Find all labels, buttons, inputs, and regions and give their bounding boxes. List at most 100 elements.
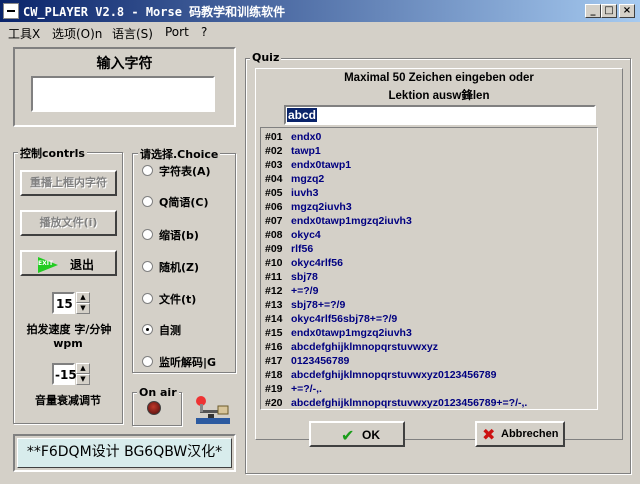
- list-item[interactable]: #06 mgzq2iuvh3: [261, 200, 595, 214]
- radio-qcode[interactable]: [142, 196, 153, 207]
- lesson-number: #01: [265, 131, 283, 143]
- lesson-text: sbj78: [291, 271, 318, 283]
- menu-options[interactable]: 选项(O)n: [52, 25, 102, 42]
- speed-field[interactable]: 15: [52, 292, 75, 314]
- close-button[interactable]: ×: [619, 4, 635, 18]
- maximize-icon: □: [604, 5, 614, 16]
- list-item[interactable]: #10 okyc4rlf56: [261, 256, 595, 270]
- choice-abbrev[interactable]: 缩语(b): [142, 227, 234, 243]
- close-icon: ×: [622, 5, 632, 16]
- list-item[interactable]: #15 endx0tawp1mgzq2iuvh3: [261, 326, 595, 340]
- arrow-down-icon: ▼: [80, 375, 86, 383]
- cancel-button[interactable]: ✖ Abbrechen: [475, 421, 565, 447]
- exit-label: 退出: [70, 258, 95, 272]
- input-panel: 输入字符: [13, 47, 236, 127]
- menu-tools[interactable]: 工具X: [8, 25, 40, 42]
- choice-random[interactable]: 随机(Z): [142, 259, 234, 275]
- quiz-answer-selected-text: abcd: [287, 108, 318, 122]
- volume-down-button[interactable]: ▼: [76, 374, 90, 385]
- check-icon: ✔: [341, 426, 355, 445]
- list-item[interactable]: #05 iuvh3: [261, 186, 595, 200]
- lesson-number: #05: [265, 187, 283, 199]
- menu-port[interactable]: Port: [165, 25, 189, 39]
- volume-label: 音量衰减调节: [35, 394, 101, 407]
- app-icon: [3, 3, 19, 19]
- lesson-text: endx0tawp1: [291, 159, 352, 171]
- radio-random[interactable]: [142, 261, 153, 272]
- menu-language[interactable]: 语言(S): [112, 25, 153, 42]
- choice-label: 字符表(A): [159, 165, 211, 178]
- volume-up-button[interactable]: ▲: [76, 363, 90, 374]
- arrow-up-icon: ▲: [80, 293, 86, 301]
- lesson-number: #15: [265, 327, 283, 339]
- lesson-text: iuvh3: [291, 187, 319, 199]
- list-item[interactable]: #08 okyc4: [261, 228, 595, 242]
- choice-file[interactable]: 文件(t): [142, 291, 234, 307]
- lesson-text: mgzq2iuvh3: [291, 201, 352, 213]
- radio-abbrev[interactable]: [142, 229, 153, 240]
- list-item[interactable]: #11 sbj78: [261, 270, 595, 284]
- list-item[interactable]: #16 abcdefghijklmnopqrstuvwxyz: [261, 340, 595, 354]
- quiz-instruction-1: Maximal 50 Zeichen eingeben oder: [344, 72, 534, 84]
- exit-button[interactable]: EXIT 退出: [20, 250, 117, 276]
- quiz-instruction-2: Lektion ausw鋒len: [388, 90, 490, 102]
- footer-credit: **F6DQM设计 BG6QBW汉化*: [17, 438, 232, 468]
- radio-selftest[interactable]: [142, 324, 153, 335]
- list-item[interactable]: #20 abcdefghijklmnopqrstuvwxyz0123456789+…: [261, 396, 595, 409]
- minimize-button[interactable]: _: [585, 4, 601, 18]
- lesson-text: endx0tawp1mgzq2iuvh3: [291, 327, 412, 339]
- lesson-text: abcdefghijklmnopqrstuvwxyz0123456789+=?/…: [291, 397, 528, 409]
- onair-title: On air: [137, 386, 179, 399]
- exit-icon-label: EXIT: [38, 260, 54, 267]
- list-item[interactable]: #04 mgzq2: [261, 172, 595, 186]
- volume-field[interactable]: -15: [52, 363, 77, 385]
- lesson-number: #07: [265, 215, 283, 227]
- cancel-label: Abbrechen: [501, 428, 559, 440]
- lesson-number: #02: [265, 145, 283, 157]
- speed-up-button[interactable]: ▲: [76, 292, 90, 303]
- title-bar[interactable]: CW_PLAYER V2.8 - Morse 码教学和训练软件 _ □ ×: [0, 0, 640, 22]
- choice-label: 文件(t): [159, 293, 197, 306]
- input-panel-title: 输入字符: [96, 56, 153, 72]
- lesson-list[interactable]: #01 endx0 #02 tawp1 #03 endx0tawp1 #04 mgzq2 #05…: [260, 127, 598, 410]
- list-item[interactable]: #17 0123456789: [261, 354, 595, 368]
- list-item[interactable]: #12 +=?/9: [261, 284, 595, 298]
- lesson-number: #18: [265, 369, 283, 381]
- lesson-text: rlf56: [291, 243, 314, 255]
- choice-selftest[interactable]: 自测: [142, 322, 234, 338]
- radio-file[interactable]: [142, 293, 153, 304]
- choice-listen-decode[interactable]: 监听解码|G: [142, 354, 234, 370]
- list-item[interactable]: #18 abcdefghijklmnopqrstuvwxyz0123456789: [261, 368, 595, 382]
- lesson-number: #09: [265, 243, 283, 255]
- lesson-text: 0123456789: [291, 355, 350, 367]
- list-item[interactable]: #19 +=?/-,.: [261, 382, 595, 396]
- list-item[interactable]: #07 endx0tawp1mgzq2iuvh3: [261, 214, 595, 228]
- menu-help[interactable]: ?: [201, 25, 207, 39]
- choice-qcode[interactable]: Q简语(C): [142, 194, 234, 210]
- speed-down-button[interactable]: ▼: [76, 303, 90, 314]
- arrow-down-icon: ▼: [80, 304, 86, 312]
- speed-unit-label: wpm: [53, 337, 83, 350]
- lesson-number: #10: [265, 257, 283, 269]
- list-item[interactable]: #02 tawp1: [261, 144, 595, 158]
- quiz-answer-input[interactable]: abcd: [284, 105, 596, 125]
- char-input-field[interactable]: [31, 76, 215, 112]
- lesson-number: #19: [265, 383, 283, 395]
- choice-charset[interactable]: 字符表(A): [142, 163, 234, 179]
- play-file-button[interactable]: 播放文件(i): [20, 210, 117, 236]
- choice-group-title: 请选择.Choice: [138, 146, 221, 162]
- repeat-button[interactable]: 重播上框内字符: [20, 170, 117, 196]
- list-item[interactable]: #01 endx0: [261, 130, 595, 144]
- lesson-number: #03: [265, 159, 283, 171]
- ok-button[interactable]: ✔ OK: [309, 421, 405, 447]
- radio-charset[interactable]: [142, 165, 153, 176]
- lesson-text: tawp1: [291, 145, 321, 157]
- maximize-button[interactable]: □: [601, 4, 617, 18]
- list-item[interactable]: #13 sbj78+=?/9: [261, 298, 595, 312]
- list-item[interactable]: #03 endx0tawp1: [261, 158, 595, 172]
- menu-bar: 工具X 选项(O)n 语言(S) Port ?: [0, 22, 640, 42]
- list-item[interactable]: #14 okyc4rlf56sbj78+=?/9: [261, 312, 595, 326]
- cross-icon: ✖: [482, 425, 496, 444]
- list-item[interactable]: #09 rlf56: [261, 242, 595, 256]
- radio-listen-decode[interactable]: [142, 356, 153, 367]
